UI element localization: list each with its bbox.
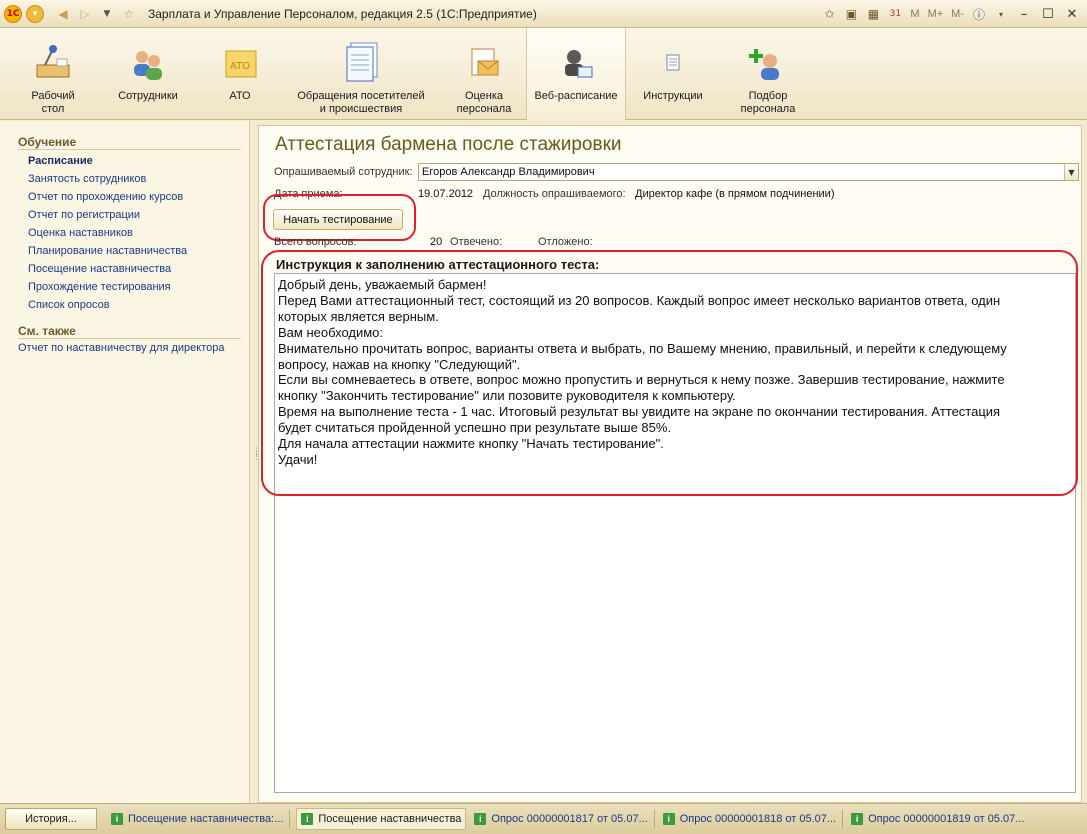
position-value: Директор кафе (в прямом подчинении) bbox=[635, 188, 835, 200]
highlight-marker-instructions bbox=[261, 250, 1078, 496]
open-window-tab-label: Посещение наставничества:... bbox=[128, 813, 284, 825]
memory-plus-button[interactable]: M+ bbox=[925, 8, 947, 20]
postponed-label: Отложено: bbox=[538, 236, 593, 248]
desk-lamp-icon bbox=[30, 40, 76, 86]
open-window-tab-label: Опрос 00000001817 от 05.07... bbox=[491, 813, 648, 825]
nav-see-also-title: См. также bbox=[18, 324, 241, 339]
history-dropdown-icon[interactable]: ▼ bbox=[98, 5, 116, 23]
info-form-icon: i bbox=[851, 813, 864, 825]
info-form-icon: i bbox=[474, 813, 487, 825]
nav-item-schedule[interactable]: Расписание bbox=[0, 152, 249, 170]
main-menu-icon[interactable]: ▾ bbox=[26, 4, 44, 23]
favorites-list-icon[interactable]: ▣ bbox=[841, 4, 861, 24]
answered-label: Отвечено: bbox=[450, 236, 503, 248]
section-recruitment-label: Подбор персонала bbox=[740, 90, 796, 115]
nav-item-director-report[interactable]: Отчет по наставничеству для директора bbox=[0, 339, 249, 357]
people-icon bbox=[125, 40, 171, 86]
employee-select-value: Егоров Александр Владимирович bbox=[422, 166, 595, 178]
position-label: Должность опрашиваемого: bbox=[483, 188, 626, 200]
section-staff-evaluation[interactable]: Оценка персонала bbox=[446, 28, 522, 120]
highlight-marker-button bbox=[263, 194, 416, 241]
section-ato[interactable]: ATO АТО bbox=[210, 28, 270, 120]
window-taskbar: История... i Посещение наставничества:..… bbox=[0, 803, 1087, 834]
documents-icon bbox=[338, 40, 384, 86]
section-desktop[interactable]: Рабочий стол bbox=[14, 28, 92, 120]
minimize-icon[interactable]: – bbox=[1013, 4, 1035, 24]
nav-item-employment[interactable]: Занятость сотрудников bbox=[0, 170, 249, 188]
add-favorite-icon[interactable]: ✩ bbox=[819, 4, 839, 24]
tab-separator bbox=[653, 810, 655, 828]
maximize-icon[interactable]: ☐ bbox=[1037, 4, 1059, 24]
history-button[interactable]: История... bbox=[5, 808, 97, 830]
open-window-tab[interactable]: i Посещение наставничества:... bbox=[111, 808, 291, 830]
help-dropdown-icon[interactable]: ▾ bbox=[991, 4, 1011, 24]
memory-minus-button[interactable]: M- bbox=[948, 8, 967, 20]
open-window-tab-label: Опрос 00000001819 от 05.07... bbox=[868, 813, 1025, 825]
nav-item-course-report[interactable]: Отчет по прохождению курсов bbox=[0, 188, 249, 206]
open-window-tab-active[interactable]: i Посещение наставничества bbox=[296, 808, 467, 830]
favorites-star-icon[interactable]: ☆ bbox=[120, 5, 138, 23]
open-window-tab[interactable]: i Опрос 00000001817 от 05.07... bbox=[474, 808, 655, 830]
total-questions-label: Всего вопросов: bbox=[274, 236, 357, 248]
sections-toolbar: Рабочий стол Сотрудники ATO АТО Обращени… bbox=[0, 28, 1087, 120]
instruction-icon bbox=[650, 40, 696, 86]
nav-item-testing[interactable]: Прохождение тестирования bbox=[0, 278, 249, 296]
open-window-tab[interactable]: i Опрос 00000001819 от 05.07... bbox=[851, 808, 1024, 830]
nav-item-mentoring-visits[interactable]: Посещение наставничества bbox=[0, 260, 249, 278]
section-staff-evaluation-label: Оценка персонала bbox=[456, 90, 512, 115]
close-icon[interactable]: ✕ bbox=[1061, 4, 1083, 24]
ato-icon: ATO bbox=[217, 40, 263, 86]
section-desktop-label: Рабочий стол bbox=[31, 90, 75, 115]
calendar-icon[interactable]: 31 bbox=[885, 4, 905, 24]
forward-icon[interactable]: ▷ bbox=[76, 5, 94, 23]
hire-date-value: 19.07.2012 bbox=[418, 188, 474, 200]
nav-item-mentor-evaluation[interactable]: Оценка наставников bbox=[0, 224, 249, 242]
memory-m-button[interactable]: M bbox=[907, 8, 922, 20]
section-instructions[interactable]: Инструкции bbox=[638, 28, 708, 120]
add-person-icon bbox=[745, 40, 791, 86]
info-form-icon: i bbox=[301, 813, 314, 825]
nav-section-title: Обучение bbox=[18, 135, 241, 150]
window-title: Зарплата и Управление Персоналом, редакц… bbox=[148, 6, 537, 21]
nav-item-registration-report[interactable]: Отчет по регистрации bbox=[0, 206, 249, 224]
section-instructions-label: Инструкции bbox=[643, 90, 703, 102]
section-web-schedule[interactable]: Веб-расписание bbox=[526, 28, 626, 120]
info-icon[interactable]: ⓘ bbox=[969, 4, 989, 24]
nav-item-surveys[interactable]: Список опросов bbox=[0, 296, 249, 314]
form-panel: Аттестация бармена после стажировки Опра… bbox=[258, 125, 1082, 803]
total-questions-value: 20 bbox=[430, 236, 443, 248]
form-title: Аттестация бармена после стажировки bbox=[275, 134, 622, 155]
info-form-icon: i bbox=[111, 813, 123, 825]
section-recruitment[interactable]: Подбор персонала bbox=[728, 28, 808, 120]
open-window-tab-label: Опрос 00000001818 от 05.07... bbox=[679, 813, 837, 825]
tab-separator bbox=[289, 810, 291, 828]
employee-label: Опрашиваемый сотрудник: bbox=[274, 166, 413, 178]
section-employees-label: Сотрудники bbox=[118, 90, 178, 102]
envelope-icon bbox=[461, 40, 507, 86]
back-icon[interactable]: ◀ bbox=[54, 5, 72, 23]
nav-item-mentoring-planning[interactable]: Планирование наставничества bbox=[0, 242, 249, 260]
section-ato-label: АТО bbox=[229, 90, 251, 102]
section-appeals[interactable]: Обращения посетителей и происшествия bbox=[292, 28, 430, 120]
section-employees[interactable]: Сотрудники bbox=[110, 28, 186, 120]
open-window-tab[interactable]: i Опрос 00000001818 от 05.07... bbox=[662, 808, 844, 830]
chevron-down-icon[interactable]: ▼ bbox=[1064, 164, 1078, 180]
section-web-schedule-label: Веб-расписание bbox=[534, 90, 618, 102]
info-form-icon: i bbox=[662, 813, 675, 825]
svg-text:ATO: ATO bbox=[230, 61, 250, 72]
left-navigation: Обучение Расписание Занятость сотруднико… bbox=[0, 121, 250, 803]
tab-separator bbox=[842, 810, 844, 828]
calculator-icon[interactable]: ▦ bbox=[863, 4, 883, 24]
app-logo-icon[interactable]: 1С bbox=[4, 4, 22, 23]
title-bar: 1С ▾ ◀ ▷ ▼ ☆ Зарплата и Управление Персо… bbox=[0, 0, 1087, 28]
employee-select[interactable]: Егоров Александр Владимирович ▼ bbox=[418, 163, 1079, 181]
section-appeals-label: Обращения посетителей и происшествия bbox=[297, 90, 425, 115]
web-schedule-icon bbox=[553, 40, 599, 86]
open-window-tab-label: Посещение наставничества bbox=[318, 813, 462, 825]
